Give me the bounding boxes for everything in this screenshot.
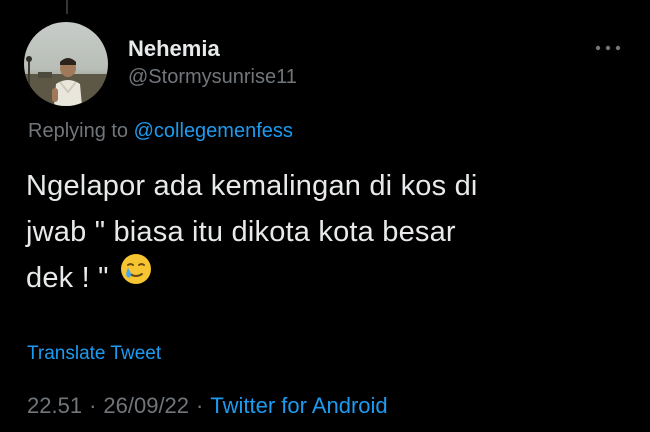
tweet-text-line: jwab " biasa itu dikota kota besar [26,216,456,248]
tweet-text-line: dek ! " [26,262,109,294]
tweet-source-link[interactable]: Twitter for Android [210,393,387,418]
meta-separator: · [196,393,204,418]
avatar[interactable] [24,22,108,106]
crying-smile-emoji-icon [119,252,153,300]
author-handle[interactable]: @Stormysunrise11 [128,66,297,89]
more-options-button[interactable] [590,36,626,60]
replying-to-prefix: Replying to [28,120,134,142]
meta-separator: · [89,393,97,418]
tweet-metadata: 22.51 · 26/09/22 · Twitter for Android [27,393,388,419]
author-name[interactable]: Nehemia [128,36,220,62]
replying-to-mention-link[interactable]: @collegemenfess [134,120,293,142]
tweet-date[interactable]: 26/09/22 [103,393,189,418]
tweet-text-line: Ngelapor ada kemalingan di kos di [26,170,478,202]
thread-connector-line [66,0,68,14]
replying-to-line: Replying to @collegemenfess [28,120,293,143]
more-horizontal-icon [595,45,621,51]
translate-tweet-link[interactable]: Translate Tweet [27,343,161,365]
tweet-time[interactable]: 22.51 [27,393,82,418]
tweet-text-line-last: dek ! " [26,252,626,301]
tweet-text: Ngelapor ada kemalingan di kos di jwab "… [26,163,626,301]
avatar-photo [24,22,108,106]
